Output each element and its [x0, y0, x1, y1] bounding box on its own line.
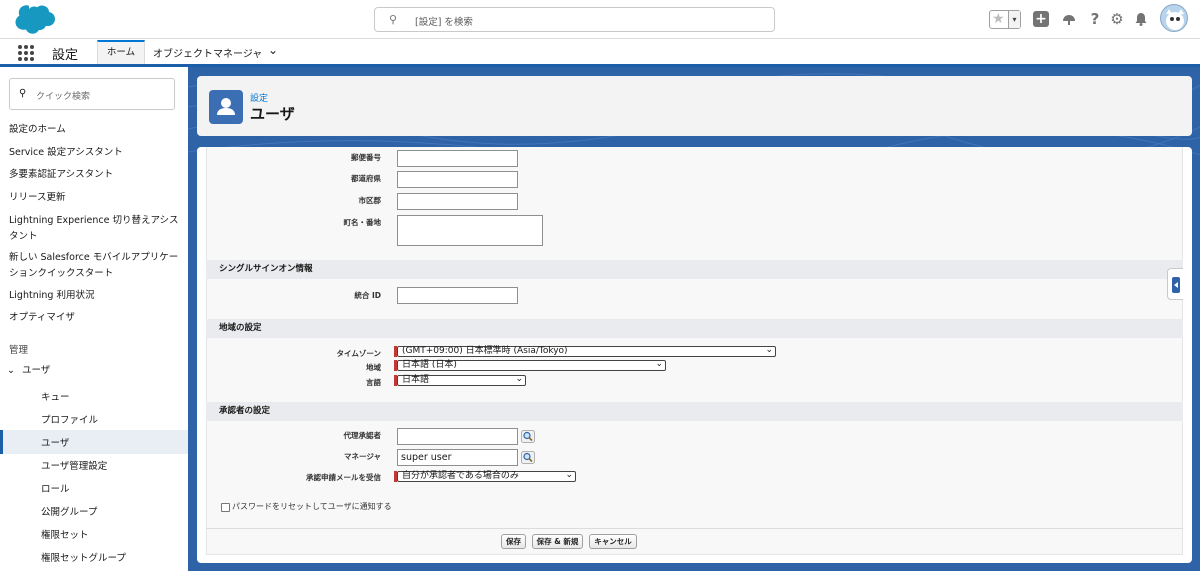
- reset-password-label: パスワードをリセットしてユーザに通知する: [232, 502, 392, 511]
- help-icon[interactable]: ?: [1087, 11, 1103, 27]
- save-new-button[interactable]: 保存 & 新規: [532, 534, 583, 549]
- manager-field[interactable]: super user: [397, 449, 518, 466]
- sidebar-item-release-updates[interactable]: リリース更新: [9, 190, 187, 206]
- chevron-down-icon: ⌄: [765, 345, 773, 355]
- tab-object-manager[interactable]: オブジェクトマネージャ: [153, 45, 262, 60]
- approver-section-header: 承認者の設定: [206, 402, 1183, 421]
- sidebar-item-users[interactable]: ユーザ: [41, 435, 69, 449]
- global-search-input[interactable]: ⚲ [設定] を検索: [374, 7, 775, 32]
- trailhead-icon[interactable]: [1061, 11, 1077, 27]
- lookup-icon[interactable]: [521, 430, 535, 443]
- state-label: 都道府県: [351, 174, 381, 183]
- sso-section-header: シングルサインオン情報: [206, 260, 1183, 279]
- locale-label: 地域: [366, 363, 381, 372]
- chevron-down-icon: ⌄: [655, 359, 663, 369]
- quick-find-placeholder: クイック検索: [36, 92, 91, 102]
- search-icon: ⚲: [389, 13, 398, 26]
- button-divider: [206, 528, 1183, 529]
- reset-password-checkbox[interactable]: [221, 503, 230, 512]
- app-navbar: 設定 ホーム オブジェクトマネージャ ⌄: [0, 39, 1200, 67]
- state-field[interactable]: [397, 171, 518, 188]
- page-header: 設定 ユーザ: [197, 76, 1192, 136]
- language-value: 日本語: [402, 375, 430, 385]
- sidebar-item-profiles[interactable]: プロファイル: [41, 412, 98, 426]
- sidebar-item-optimizer[interactable]: オプティマイザ: [9, 310, 187, 326]
- locale-select[interactable]: 日本語 (日本) ⌄: [394, 359, 666, 371]
- required-marker: [394, 471, 397, 482]
- approval-email-select[interactable]: 自分が承認者である場合のみ ⌄: [394, 470, 576, 482]
- chevron-down-icon: ⌄: [565, 470, 573, 480]
- sidebar-item-permission-set-groups[interactable]: 権限セットグループ: [41, 550, 126, 564]
- language-select[interactable]: 日本語 ⌄: [394, 374, 526, 386]
- search-icon: ⚲: [19, 88, 27, 99]
- sidebar-group-users-label: ユーザ: [22, 365, 51, 376]
- lookup-icon[interactable]: [521, 451, 535, 464]
- postal-code-label: 郵便番号: [351, 153, 381, 162]
- chevron-down-icon[interactable]: ⌄: [268, 43, 278, 57]
- locale-value: 日本語 (日本): [402, 360, 457, 370]
- user-edit-panel: 郵便番号 都道府県 市区郡 町名・番地 シングルサインオン情報 統合 ID 地域…: [197, 147, 1192, 563]
- global-search-placeholder: [設定] を検索: [415, 17, 473, 28]
- sidebar-item-mfa-assistant[interactable]: 多要素認証アシスタント: [9, 167, 187, 183]
- city-field[interactable]: [397, 193, 518, 210]
- street-label: 町名・番地: [343, 218, 382, 227]
- chevron-down-icon: ⌄: [515, 374, 523, 384]
- star-icon: ★: [992, 11, 1005, 27]
- locale-section-header: 地域の設定: [206, 319, 1183, 338]
- postal-code-field[interactable]: [397, 150, 518, 167]
- chevron-down-icon[interactable]: ▾: [1008, 11, 1020, 28]
- sidebar-active-highlight: [0, 430, 188, 454]
- tab-home[interactable]: ホーム: [97, 40, 145, 64]
- language-label: 言語: [366, 378, 381, 387]
- app-name: 設定: [52, 48, 79, 63]
- federation-id-field[interactable]: [397, 287, 518, 304]
- federation-id-label: 統合 ID: [354, 291, 381, 300]
- city-label: 市区郡: [358, 196, 382, 205]
- approval-email-label: 承認申請メールを受信: [306, 473, 381, 482]
- add-icon[interactable]: +: [1033, 11, 1049, 27]
- sidebar-item-user-management-settings[interactable]: ユーザ管理設定: [41, 458, 107, 472]
- sidebar-item-setup-home[interactable]: 設定のホーム: [9, 122, 187, 138]
- required-marker: [394, 375, 397, 386]
- save-button[interactable]: 保存: [501, 534, 526, 549]
- app-launcher-icon[interactable]: [18, 45, 34, 61]
- sidebar-item-public-groups[interactable]: 公開グループ: [41, 504, 97, 518]
- sidebar-item-service-assistant[interactable]: Service 設定アシスタント: [9, 145, 187, 161]
- street-field[interactable]: [397, 215, 543, 246]
- approval-email-value: 自分が承認者である場合のみ: [402, 471, 519, 481]
- chevron-down-icon: ⌄: [7, 365, 15, 376]
- quick-find-input[interactable]: ⚲ クイック検索: [9, 78, 175, 110]
- global-header: ⚲ [設定] を検索 ★ ▾ + ? ⚙: [0, 0, 1200, 39]
- user-icon: [209, 90, 243, 124]
- delegate-approver-field[interactable]: [397, 428, 518, 445]
- gear-icon[interactable]: ⚙: [1109, 11, 1125, 27]
- avatar[interactable]: [1160, 4, 1188, 32]
- sidebar-item-permission-sets[interactable]: 権限セット: [41, 527, 89, 541]
- delegate-approver-label: 代理承認者: [343, 431, 382, 440]
- cancel-button[interactable]: キャンセル: [589, 534, 637, 549]
- chevron-left-icon: [1172, 277, 1180, 293]
- required-marker: [394, 360, 397, 371]
- sidebar-item-queues[interactable]: キュー: [41, 389, 70, 403]
- sidebar-item-lightning-usage[interactable]: Lightning 利用状況: [9, 288, 187, 304]
- favorites-button[interactable]: ★ ▾: [989, 10, 1021, 29]
- timezone-label: タイムゾーン: [336, 349, 381, 358]
- panel-collapse-handle[interactable]: [1167, 268, 1183, 300]
- sidebar-section-admin: 管理: [9, 345, 29, 356]
- required-marker: [394, 346, 397, 357]
- timezone-value: (GMT+09:00) 日本標準時 (Asia/Tokyo): [402, 346, 568, 356]
- setup-sidebar: ⚲ クイック検索 設定のホーム Service 設定アシスタント 多要素認証アシ…: [0, 70, 188, 571]
- sidebar-item-roles[interactable]: ロール: [41, 481, 70, 495]
- salesforce-logo[interactable]: [10, 5, 56, 35]
- timezone-select[interactable]: (GMT+09:00) 日本標準時 (Asia/Tokyo) ⌄: [394, 345, 776, 357]
- bell-icon[interactable]: [1133, 11, 1149, 27]
- page-title: ユーザ: [250, 105, 295, 123]
- sidebar-group-users[interactable]: ⌄ ユーザ: [7, 363, 185, 379]
- sidebar-item-mobile-quickstart[interactable]: 新しい Salesforce モバイルアプリケーションクイックスタート: [9, 250, 187, 282]
- sidebar-item-lightning-transition[interactable]: Lightning Experience 切り替えアシスタント: [9, 213, 187, 245]
- manager-label: マネージャ: [344, 452, 381, 461]
